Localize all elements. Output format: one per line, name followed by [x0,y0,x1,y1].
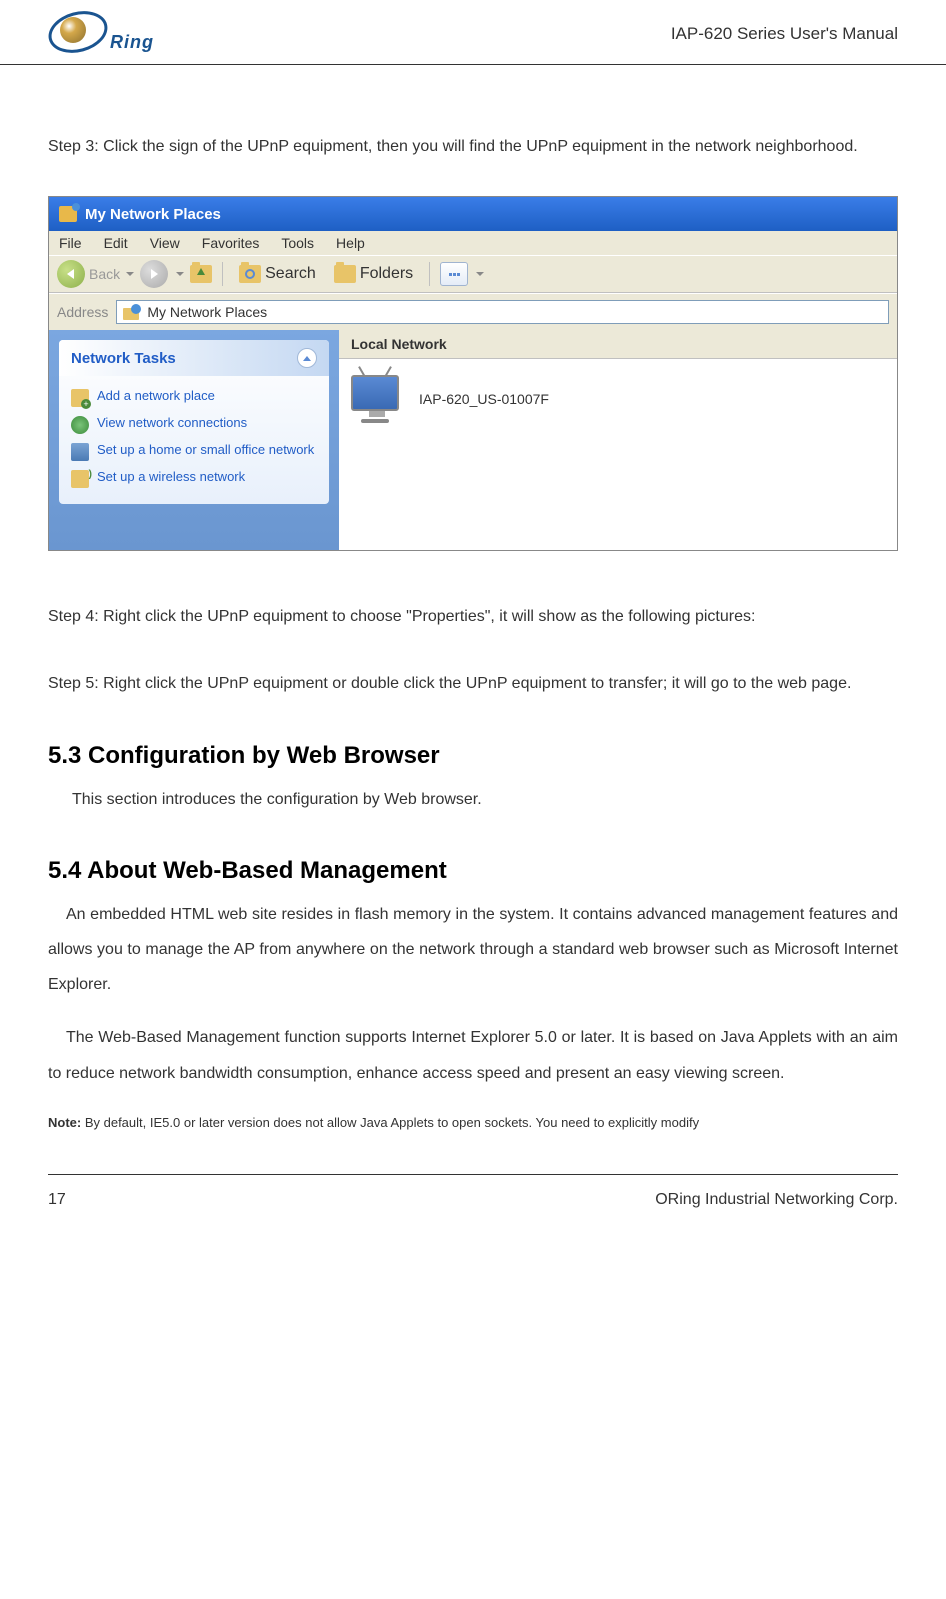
tasks-sidebar: Network Tasks Add a network place View n… [49,330,339,550]
chevron-down-icon [176,272,184,276]
window-titlebar[interactable]: My Network Places [49,197,897,231]
section-5-3-intro: This section introduces the configuratio… [72,782,898,817]
explorer-body: Network Tasks Add a network place View n… [49,330,897,550]
search-label: Search [265,265,316,283]
separator [222,262,223,286]
page-number: 17 [48,1191,66,1209]
search-icon [239,265,261,283]
section-header: Local Network [339,330,897,359]
address-value: My Network Places [147,304,267,320]
device-icon [351,375,399,423]
search-button[interactable]: Search [233,263,322,285]
task-list: Add a network place View network connect… [59,376,329,504]
device-label: IAP-620_US-01007F [419,391,549,407]
task-label: View network connections [97,415,247,432]
menu-favorites[interactable]: Favorites [202,235,260,251]
page-header: Ring IAP-620 Series User's Manual [0,0,946,65]
window-title: My Network Places [85,206,221,223]
task-label: Add a network place [97,388,215,405]
step-5-text: Step 5: Right click the UPnP equipment o… [48,666,898,701]
views-button[interactable] [440,262,468,286]
menubar: File Edit View Favorites Tools Help [49,231,897,255]
section-5-4-p1: An embedded HTML web site resides in fla… [48,897,898,1003]
menu-tools[interactable]: Tools [281,235,314,251]
logo: Ring [48,12,154,56]
chevron-down-icon [476,272,484,276]
step-4-text: Step 4: Right click the UPnP equipment t… [48,599,898,634]
screenshot-figure: My Network Places File Edit View Favorit… [48,196,898,551]
up-button[interactable] [190,265,212,283]
panel-title: Network Tasks [71,350,176,367]
content: Step 3: Click the sign of the UPnP equip… [0,65,946,1158]
back-icon [57,260,85,288]
note-label: Note: [48,1115,81,1130]
toolbar: Back Search Folders [49,255,897,293]
menu-file[interactable]: File [59,235,82,251]
address-input[interactable]: My Network Places [116,300,889,324]
task-add-place[interactable]: Add a network place [71,384,317,411]
section-5-4-p2: The Web-Based Management function suppor… [48,1020,898,1090]
task-home-network[interactable]: Set up a home or small office network [71,438,317,465]
address-bar: Address My Network Places [49,293,897,330]
step-3-text: Step 3: Click the sign of the UPnP equip… [48,129,898,164]
forward-button[interactable] [140,260,168,288]
logo-icon [48,12,118,56]
note-body: By default, IE5.0 or later version does … [81,1115,699,1130]
pc-icon [71,443,89,461]
menu-view[interactable]: View [150,235,180,251]
menu-edit[interactable]: Edit [104,235,128,251]
task-label: Set up a wireless network [97,469,245,486]
page-footer: 17 ORing Industrial Networking Corp. [48,1174,898,1241]
separator [429,262,430,286]
back-button[interactable]: Back [57,260,134,288]
network-places-icon [123,304,141,320]
note-text: Note: By default, IE5.0 or later version… [48,1111,898,1134]
network-places-icon [59,206,77,222]
network-tasks-panel: Network Tasks Add a network place View n… [59,340,329,504]
task-label: Set up a home or small office network [97,442,314,459]
folders-button[interactable]: Folders [328,263,419,285]
folders-label: Folders [360,265,413,283]
document-title: IAP-620 Series User's Manual [671,24,898,44]
folder-icon [334,265,356,283]
menu-help[interactable]: Help [336,235,365,251]
wireless-icon [71,470,89,488]
back-label: Back [89,266,120,282]
task-view-connections[interactable]: View network connections [71,411,317,438]
chevron-down-icon [126,272,134,276]
panel-header[interactable]: Network Tasks [59,340,329,376]
globe-icon [71,416,89,434]
footer-company: ORing Industrial Networking Corp. [655,1191,898,1209]
address-label: Address [57,304,108,320]
add-place-icon [71,389,89,407]
collapse-icon [297,348,317,368]
task-wireless-network[interactable]: Set up a wireless network [71,465,317,492]
heading-5-4: 5.4 About Web-Based Management [48,857,898,885]
heading-5-3: 5.3 Configuration by Web Browser [48,742,898,770]
device-item[interactable]: IAP-620_US-01007F [339,359,897,439]
main-area: Local Network IAP-620_US-01007F [339,330,897,550]
